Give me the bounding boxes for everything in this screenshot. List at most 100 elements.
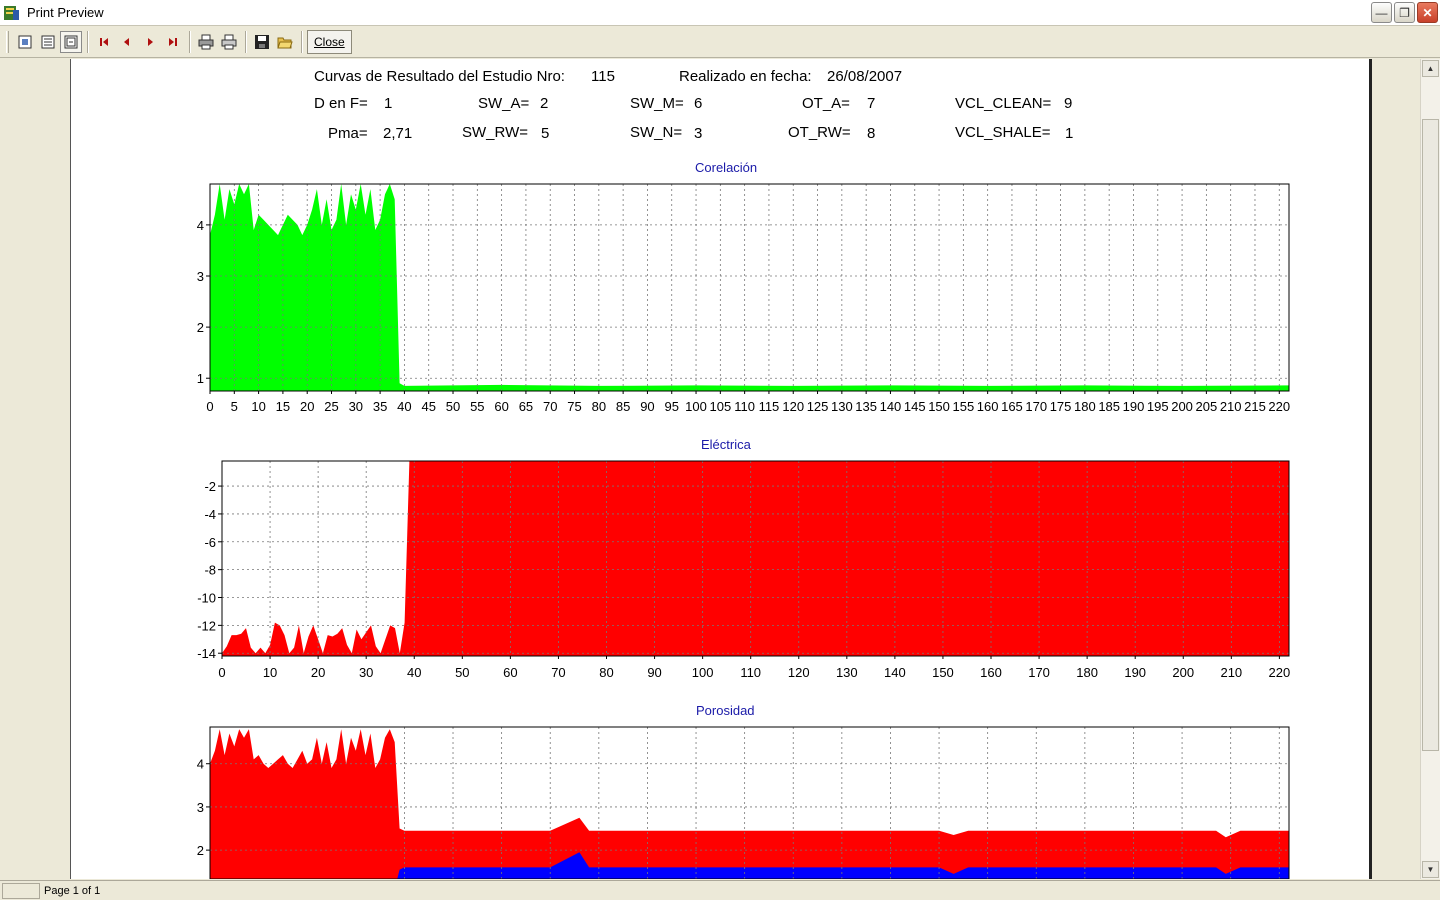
open-icon [277,37,293,48]
x-tick-label: 110 [740,665,761,680]
prev-page-button[interactable] [116,31,138,53]
x-tick-label: 210 [1220,665,1242,680]
vertical-scrollbar[interactable]: ▲ ▼ [1420,59,1440,879]
y-tick-label: -2 [204,479,216,494]
x-tick-label: 125 [807,399,829,414]
series-area-0-0 [210,184,1289,391]
scroll-up-icon: ▲ [1426,64,1435,73]
preview-area: Curvas de Resultado del Estudio Nro: 115… [0,59,1420,879]
one-page-icon [18,35,32,48]
minimize-button[interactable]: — [1371,2,1392,23]
y-tick-label: 4 [197,757,204,772]
x-tick-label: 95 [664,399,678,414]
x-tick-label: 40 [397,399,411,414]
open-button[interactable] [274,31,296,53]
scroll-thumb[interactable] [1422,119,1439,751]
one-page-button[interactable] [14,31,36,53]
close-window-button[interactable]: ✕ [1417,2,1438,23]
x-tick-label: 185 [1098,399,1120,414]
print-icon [221,34,237,49]
x-tick-label: 70 [543,399,557,414]
save-icon [255,34,269,49]
y-tick-label: -10 [197,591,216,606]
scroll-down-button[interactable]: ▼ [1422,861,1439,878]
minimize-icon: — [1375,5,1388,20]
x-tick-label: 150 [928,399,950,414]
x-tick-label: 60 [503,665,517,680]
x-tick-label: 60 [494,399,508,414]
two-page-icon [41,35,55,48]
window-title: Print Preview [27,5,104,20]
y-tick-label: 3 [197,800,204,815]
save-button[interactable] [251,31,273,53]
x-tick-label: 50 [455,665,469,680]
x-tick-label: 0 [218,665,225,680]
x-tick-label: 100 [685,399,707,414]
next-page-button[interactable] [139,31,161,53]
scroll-up-button[interactable]: ▲ [1422,60,1439,77]
print-setup-button[interactable] [195,31,217,53]
x-tick-label: 40 [407,665,421,680]
close-icon: ✕ [1422,5,1433,20]
x-tick-label: 190 [1123,399,1145,414]
x-tick-label: 10 [251,399,265,414]
fit-page-button[interactable] [60,30,82,53]
y-tick-label: -14 [197,646,216,661]
x-tick-label: 190 [1124,665,1146,680]
x-tick-label: 130 [836,665,858,680]
x-tick-label: 20 [300,399,314,414]
y-tick-label: 1 [197,371,204,386]
series-area-1-0 [222,461,1289,656]
first-page-button[interactable] [93,31,115,53]
x-tick-label: 55 [470,399,484,414]
x-tick-label: 85 [616,399,630,414]
x-tick-label: 35 [373,399,387,414]
x-tick-label: 200 [1172,665,1194,680]
y-tick-label: 2 [197,320,204,335]
x-tick-label: 110 [734,399,755,414]
y-tick-label: -8 [204,563,216,578]
x-tick-label: 65 [519,399,533,414]
x-tick-label: 70 [551,665,565,680]
x-tick-label: 220 [1268,399,1290,414]
x-tick-label: 170 [1025,399,1047,414]
x-tick-label: 170 [1028,665,1050,680]
close-preview-button[interactable]: Close [307,29,352,54]
y-tick-label: 3 [197,269,204,284]
x-tick-label: 205 [1196,399,1218,414]
x-tick-label: 120 [788,665,810,680]
report-page: Curvas de Resultado del Estudio Nro: 115… [70,59,1372,879]
scroll-down-icon: ▼ [1426,865,1435,874]
x-tick-label: 160 [980,665,1002,680]
x-tick-label: 210 [1220,399,1242,414]
print-button[interactable] [218,31,240,53]
x-tick-label: 45 [421,399,435,414]
two-page-button[interactable] [37,31,59,53]
series-area-2-0 [210,729,1289,879]
toolbar-separator [87,30,89,53]
x-tick-label: 90 [647,665,661,680]
app-icon [4,5,19,20]
x-tick-label: 195 [1147,399,1169,414]
x-tick-label: 120 [782,399,804,414]
x-tick-label: 175 [1050,399,1072,414]
x-tick-label: 90 [640,399,654,414]
x-tick-label: 180 [1074,399,1096,414]
status-pane [2,882,40,899]
x-tick-label: 150 [932,665,954,680]
toolbar-grip[interactable] [6,30,9,53]
y-tick-label: -6 [204,535,216,550]
x-tick-label: 145 [904,399,926,414]
x-tick-label: 115 [759,399,780,414]
x-tick-label: 180 [1076,665,1098,680]
first-page-icon [100,37,108,46]
x-tick-label: 10 [263,665,277,680]
last-page-button[interactable] [162,31,184,53]
x-tick-label: 135 [855,399,877,414]
x-tick-label: 140 [880,399,902,414]
x-tick-label: 75 [567,399,581,414]
x-tick-label: 130 [831,399,853,414]
x-tick-label: 200 [1171,399,1193,414]
page-indicator: Page 1 of 1 [44,884,101,897]
restore-button[interactable]: ❐ [1394,2,1415,23]
